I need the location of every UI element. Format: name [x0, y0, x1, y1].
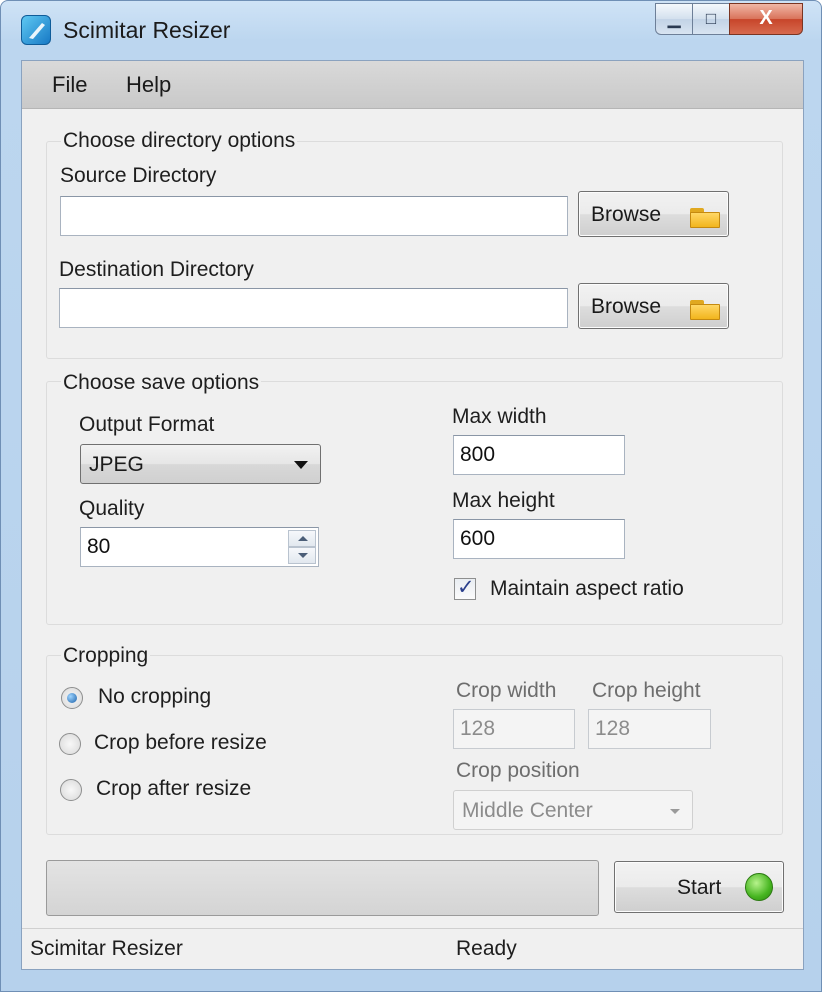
maximize-button[interactable]: □: [692, 3, 730, 35]
maximize-icon: □: [705, 9, 717, 28]
output-format-label: Output Format: [79, 413, 215, 436]
crop-width-label: Crop width: [456, 679, 557, 702]
no-cropping-label: No cropping: [98, 685, 212, 708]
crop-height-input[interactable]: [588, 709, 711, 749]
no-cropping-radio[interactable]: [61, 687, 83, 709]
max-height-label: Max height: [452, 489, 555, 512]
aspect-ratio-checkbox[interactable]: ✓: [454, 576, 476, 600]
browse-destination-label: Browse: [591, 295, 662, 318]
app-window: Scimitar Resizer ▁ □ X File Help Choose …: [0, 0, 822, 992]
client-area: File Help Choose directory options Sourc…: [21, 60, 804, 970]
directory-group-title: Choose directory options: [61, 129, 298, 153]
checkmark-icon: ✓: [457, 576, 475, 599]
cropping-group-title: Cropping: [61, 644, 151, 668]
close-icon: X: [759, 7, 773, 29]
quality-spinner: [288, 530, 316, 564]
crop-before-resize-label: Crop before resize: [94, 731, 267, 754]
window-title: Scimitar Resizer: [63, 17, 231, 43]
source-directory-label: Source Directory: [60, 164, 217, 187]
status-app-name: Scimitar Resizer: [30, 937, 183, 960]
app-icon: [21, 15, 51, 45]
close-button[interactable]: X: [729, 3, 803, 35]
browse-destination-button[interactable]: Browse: [578, 283, 729, 329]
menu-file[interactable]: File: [52, 72, 87, 98]
status-bar: Scimitar Resizer Ready: [22, 928, 803, 969]
quality-stepper[interactable]: 80: [80, 527, 319, 567]
max-width-label: Max width: [452, 405, 547, 428]
folder-icon: [690, 298, 720, 320]
crop-height-label: Crop height: [592, 679, 701, 702]
crop-position-value: Middle Center: [462, 799, 593, 822]
crop-before-resize-radio[interactable]: [59, 733, 81, 755]
crop-position-select[interactable]: Middle Center: [453, 790, 693, 830]
menu-help[interactable]: Help: [126, 72, 171, 98]
minimize-button[interactable]: ▁: [655, 3, 693, 35]
output-format-value: JPEG: [89, 453, 144, 476]
spin-up-icon[interactable]: [288, 530, 316, 547]
output-format-select[interactable]: JPEG: [80, 444, 321, 484]
max-width-input[interactable]: [453, 435, 625, 475]
menu-bar: File Help: [22, 61, 803, 109]
progress-bar: [46, 860, 599, 916]
crop-width-input[interactable]: [453, 709, 575, 749]
max-height-input[interactable]: [453, 519, 625, 559]
browse-source-label: Browse: [591, 203, 662, 226]
status-state: Ready: [456, 937, 517, 960]
source-directory-input[interactable]: [60, 196, 568, 236]
destination-directory-input[interactable]: [59, 288, 568, 328]
crop-position-label: Crop position: [456, 759, 580, 782]
spin-down-icon[interactable]: [288, 547, 316, 564]
chevron-down-icon: [670, 809, 680, 814]
quality-label: Quality: [79, 497, 145, 520]
title-bar[interactable]: Scimitar Resizer ▁ □ X: [1, 1, 821, 57]
aspect-ratio-label: Maintain aspect ratio: [490, 577, 684, 600]
crop-after-resize-radio[interactable]: [60, 779, 82, 801]
chevron-down-icon: [294, 461, 308, 469]
window-controls: ▁ □ X: [655, 3, 803, 37]
quality-value: 80: [87, 535, 111, 558]
save-options-group-title: Choose save options: [61, 371, 262, 395]
folder-icon: [690, 206, 720, 228]
crop-after-resize-label: Crop after resize: [96, 777, 252, 800]
start-button[interactable]: Start: [614, 861, 784, 913]
minimize-icon: ▁: [667, 9, 681, 28]
browse-source-button[interactable]: Browse: [578, 191, 729, 237]
destination-directory-label: Destination Directory: [59, 258, 254, 281]
status-led-icon: [745, 873, 773, 901]
start-label: Start: [677, 876, 722, 899]
